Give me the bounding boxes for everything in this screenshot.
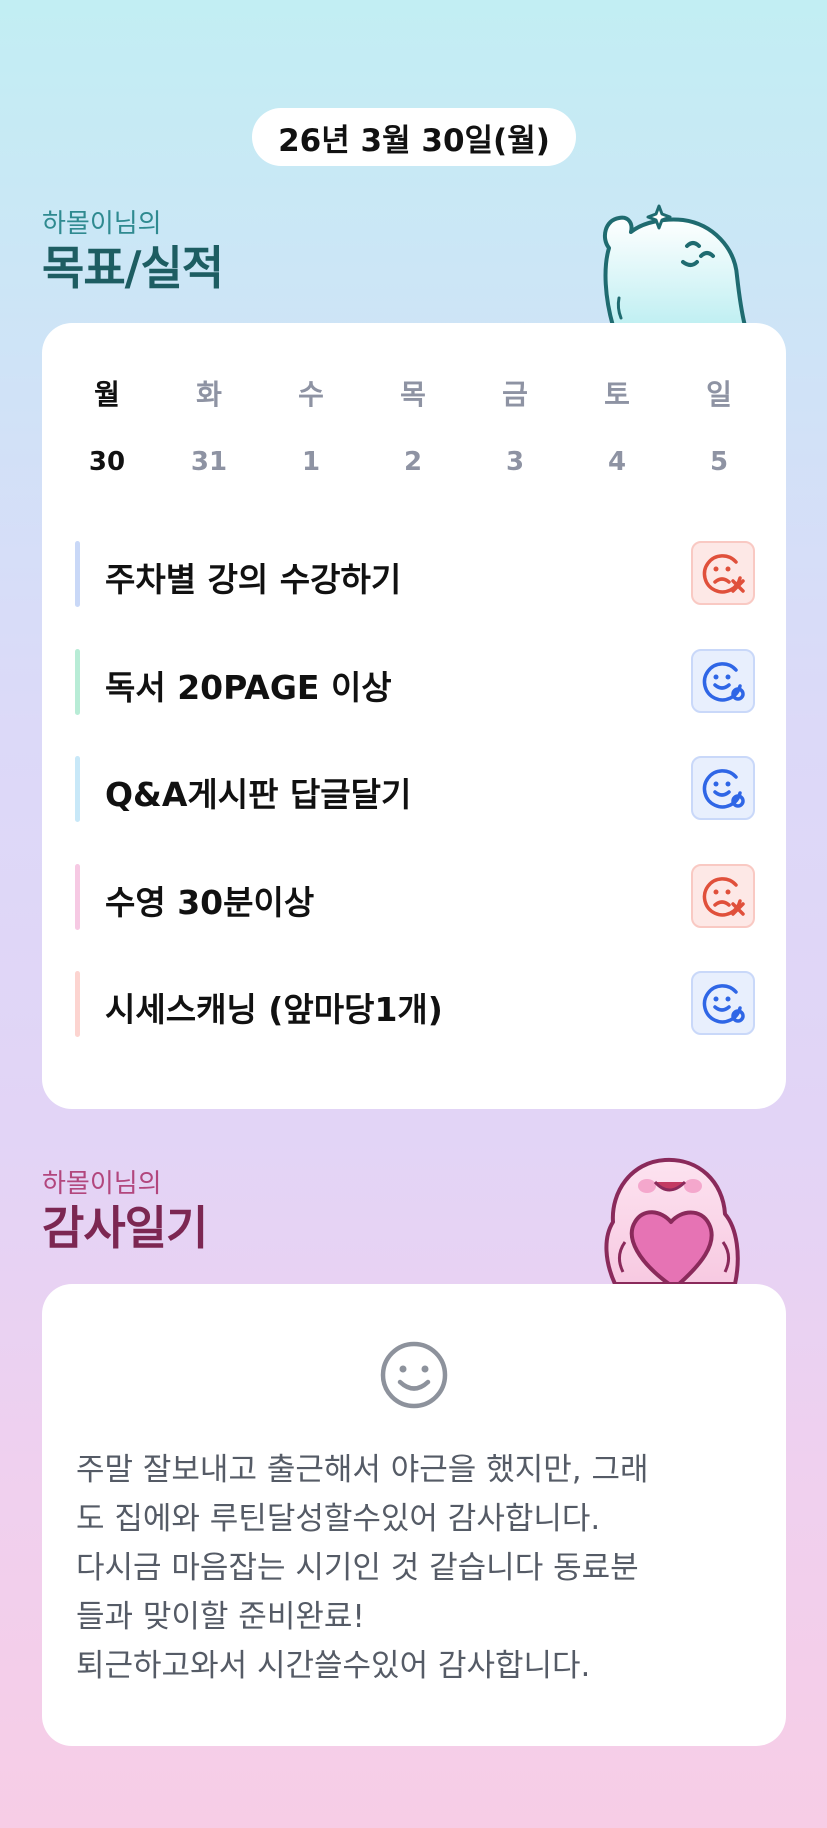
goal-label: 독서 20PAGE 이상 <box>105 668 392 707</box>
smile-face-o-icon <box>702 662 745 702</box>
goal-status-button[interactable] <box>691 649 755 713</box>
day-date: 1 <box>301 447 321 477</box>
goal-accent-bar <box>75 649 80 715</box>
mascot-thumbs-up-icon <box>602 204 747 326</box>
gratitude-line: 주말 잘보내고 출근해서 야근을 했지만, 그래 <box>76 1452 649 1488</box>
goal-status-button[interactable] <box>691 541 755 605</box>
goal-row[interactable]: 독서 20PAGE 이상 <box>75 649 755 715</box>
gratitude-title: 감사일기 <box>42 1201 208 1255</box>
goal-label: 시세스캐닝 (앞마당1개) <box>105 990 443 1029</box>
goal-label: Q&A게시판 답글달기 <box>105 775 412 814</box>
goal-label: 주차별 강의 수강하기 <box>105 560 402 599</box>
goal-row[interactable]: 시세스캐닝 (앞마당1개) <box>75 971 755 1037</box>
day-name: 토 <box>604 378 630 411</box>
gratitude-line: 도 집에와 루틴달성할수있어 감사합니다. <box>76 1501 601 1537</box>
gratitude-card: 주말 잘보내고 출근해서 야근을 했지만, 그래 도 집에와 루틴달성할수있어 … <box>42 1284 786 1746</box>
date-header: 26년 3월 30일(월) <box>252 108 576 166</box>
smile-face-o-icon <box>702 984 745 1024</box>
day-date: 4 <box>607 447 627 477</box>
day-date: 2 <box>403 447 423 477</box>
goal-accent-bar <box>75 971 80 1037</box>
goal-label: 수영 30분이상 <box>105 883 315 922</box>
day-name: 금 <box>502 378 528 411</box>
day-date: 31 <box>190 447 228 477</box>
day-name: 목 <box>400 378 426 411</box>
sad-face-x-icon <box>702 554 745 594</box>
goal-status-button[interactable] <box>691 971 755 1035</box>
goals-card: 월 30 화 31 수 1 목 2 금 3 토 4 일 5 주차별 강의 수강하기독서 20PAGE 이상… <box>42 323 786 1109</box>
day-name: 화 <box>196 378 222 411</box>
goals-title: 목표/실적 <box>42 241 224 295</box>
day-date: 5 <box>709 447 729 477</box>
day-date: 3 <box>505 447 525 477</box>
gratitude-line: 다시금 마음잡는 시기인 것 같습니다 동료분 <box>76 1550 639 1586</box>
gratitude-line: 들과 맞이할 준비완료! <box>76 1599 365 1635</box>
day-date: 30 <box>88 447 126 477</box>
goal-accent-bar <box>75 541 80 607</box>
smile-face-o-icon <box>702 769 745 809</box>
smile-icon <box>380 1341 448 1409</box>
mascot-heart-icon <box>604 1157 740 1284</box>
goal-row[interactable]: 주차별 강의 수강하기 <box>75 541 755 607</box>
goal-accent-bar <box>75 864 80 930</box>
goal-row[interactable]: 수영 30분이상 <box>75 864 755 930</box>
goal-accent-bar <box>75 756 80 822</box>
goal-row[interactable]: Q&A게시판 답글달기 <box>75 756 755 822</box>
goal-status-button[interactable] <box>691 756 755 820</box>
gratitude-line: 퇴근하고와서 시간쓸수있어 감사합니다. <box>76 1648 591 1684</box>
day-name: 일 <box>706 378 732 411</box>
sad-face-x-icon <box>702 877 745 917</box>
day-name: 수 <box>298 378 324 411</box>
goal-status-button[interactable] <box>691 864 755 928</box>
day-name: 월 <box>94 378 120 411</box>
date-text: 26년 3월 30일(월) <box>278 122 550 159</box>
gratitude-text: 주말 잘보내고 출근해서 야근을 했지만, 그래 도 집에와 루틴달성할수있어 … <box>76 1446 756 1691</box>
